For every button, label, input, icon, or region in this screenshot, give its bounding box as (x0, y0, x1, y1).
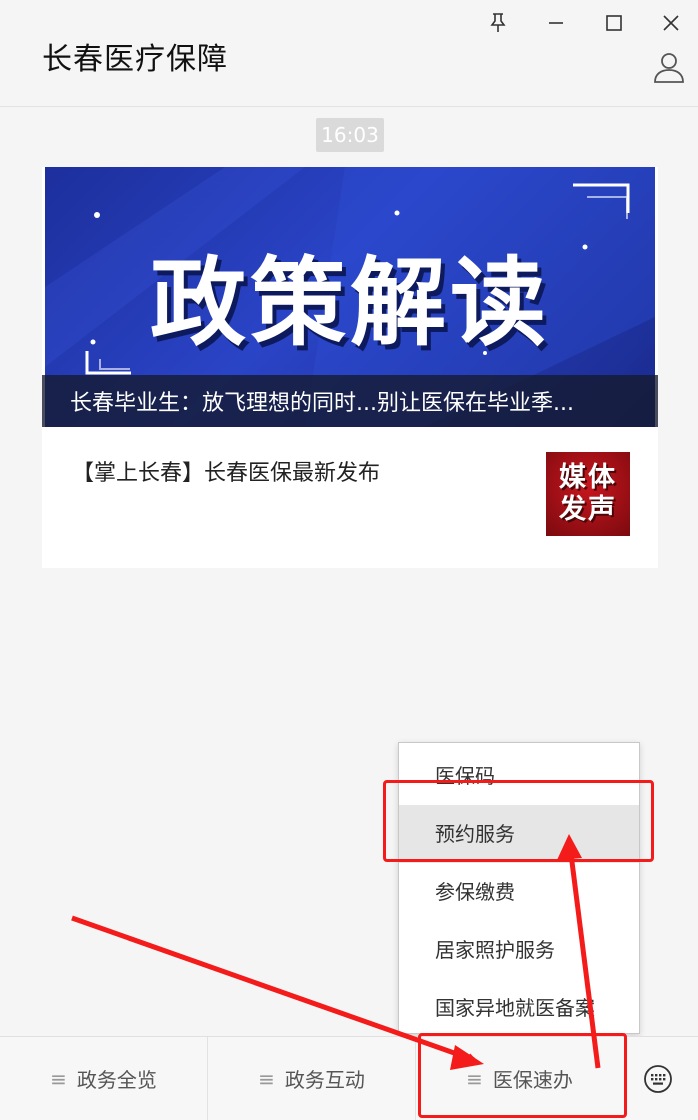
annotation-arrows (71, 834, 601, 1070)
arrow-head-menu (557, 834, 582, 860)
arrow-to-menu (567, 845, 601, 1069)
arrow-head-tab (450, 1045, 484, 1070)
arrow-to-tab (71, 915, 478, 1063)
